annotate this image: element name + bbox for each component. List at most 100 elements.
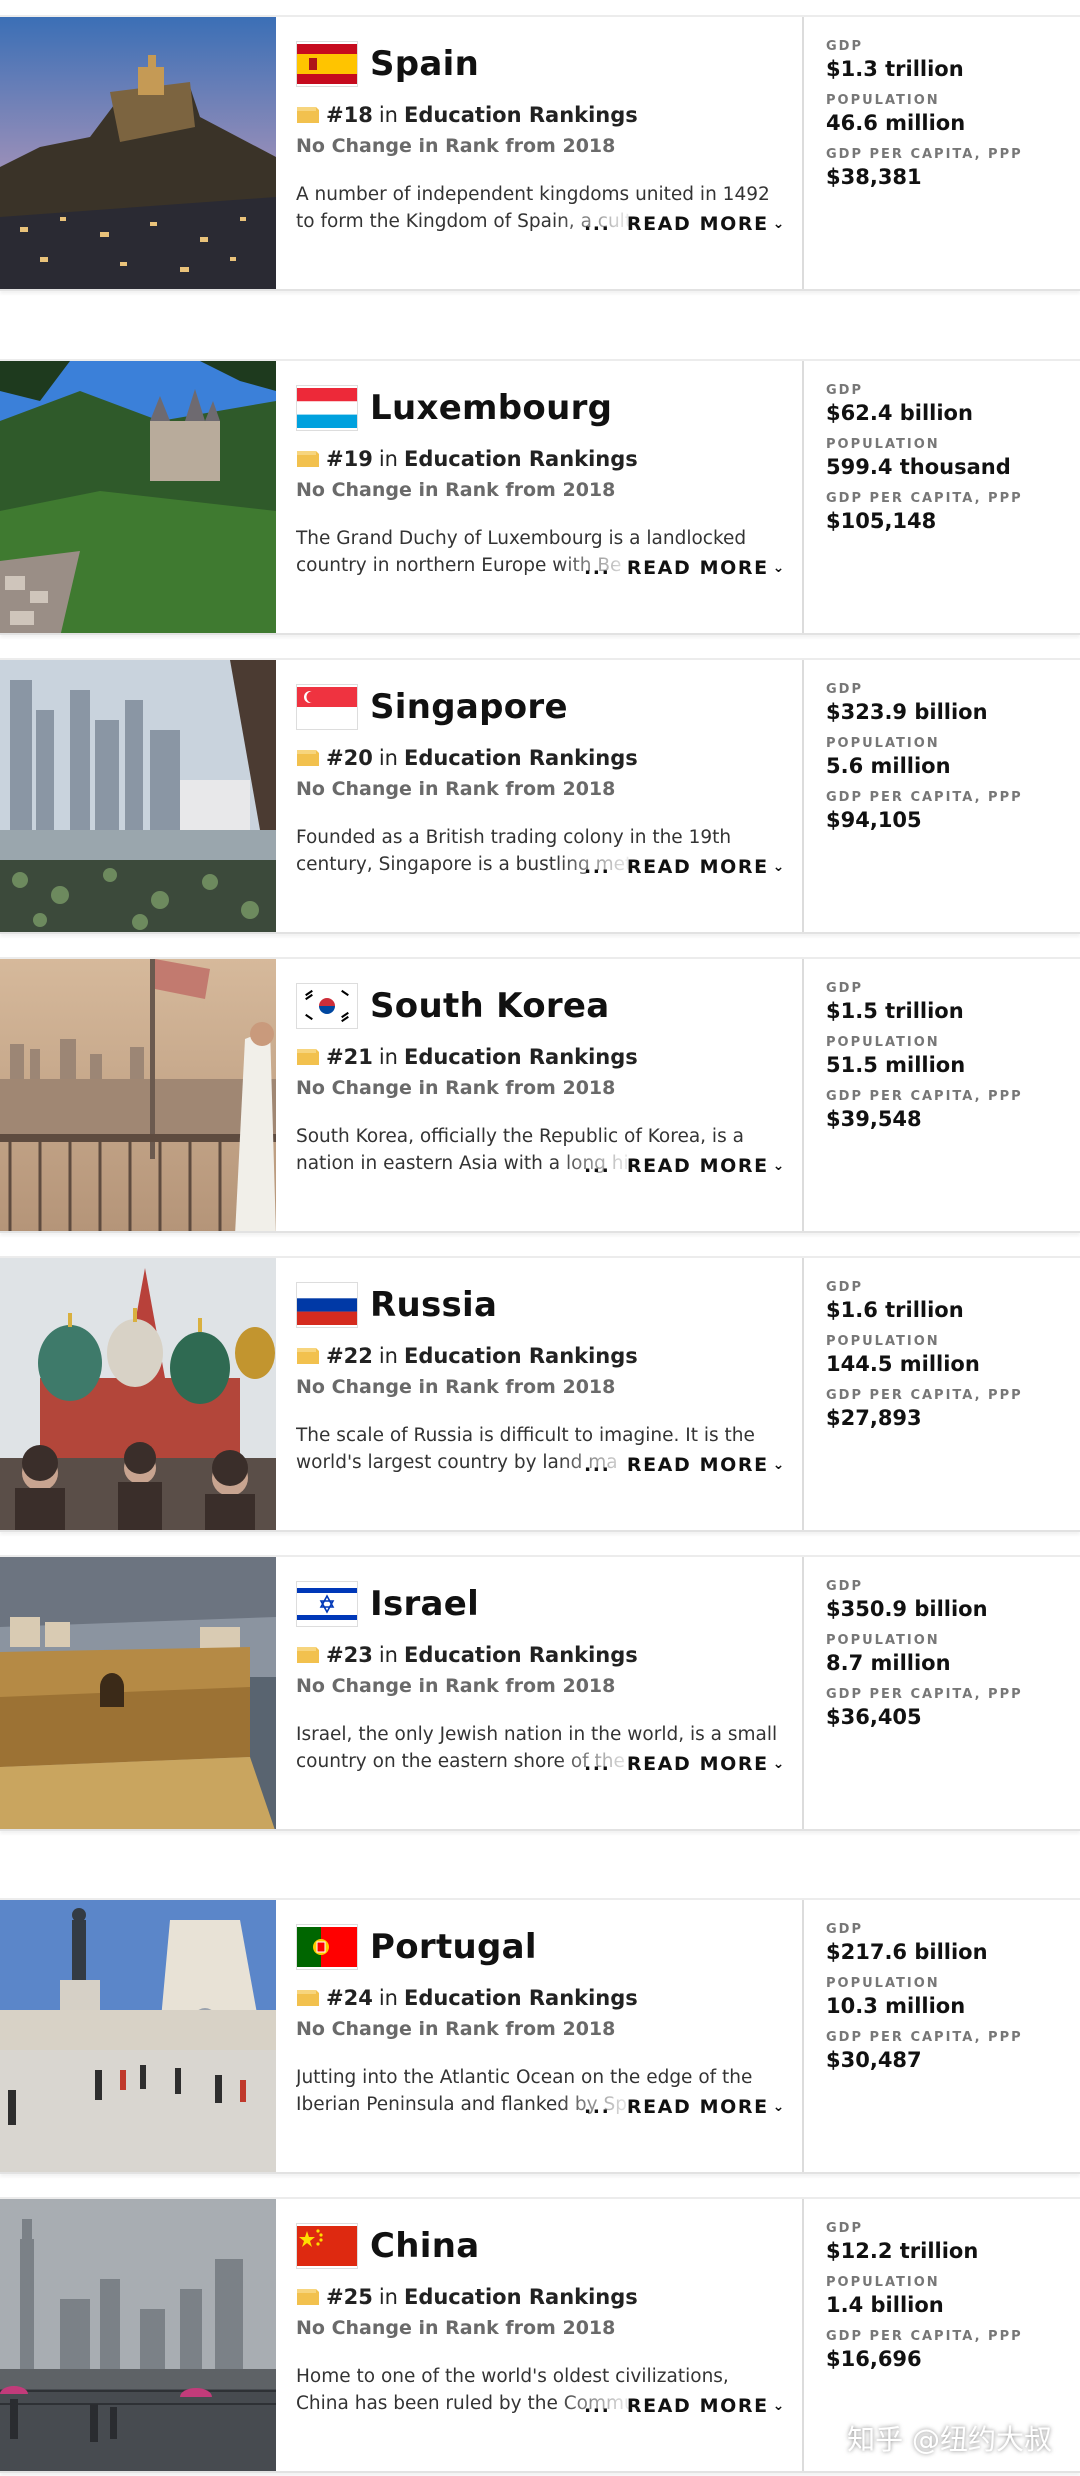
gdp-value: $217.6 billion <box>826 1940 988 1964</box>
read-more-button[interactable]: ... READ MORE ⌄ <box>584 1155 786 1177</box>
country-photo-portugal <box>0 1900 276 2172</box>
gdp-value: $62.4 billion <box>826 401 973 425</box>
rank-in-text: in <box>378 1344 398 1368</box>
china-flag-icon <box>296 2223 358 2269</box>
rank-category-link[interactable]: Education Rankings <box>404 447 638 471</box>
rank-category-link[interactable]: Education Rankings <box>404 1045 638 1069</box>
read-more-button[interactable]: ... READ MORE ⌄ <box>584 1454 786 1476</box>
chevron-down-icon: ⌄ <box>772 559 786 576</box>
read-more-button[interactable]: ... READ MORE ⌄ <box>584 557 786 579</box>
portugal-flag-icon <box>296 1924 358 1970</box>
gdp-value: $323.9 billion <box>826 700 988 724</box>
chevron-down-icon: ⌄ <box>772 1157 786 1174</box>
country-card-singapore[interactable]: Singapore #20 in Education Rankings No C… <box>0 658 1080 934</box>
rank-in-text: in <box>378 746 398 770</box>
rank-category-link[interactable]: Education Rankings <box>404 1986 638 2010</box>
population-value: 599.4 thousand <box>826 455 1011 479</box>
rank-category-link[interactable]: Education Rankings <box>404 1643 638 1667</box>
spain-flag-icon <box>296 41 358 87</box>
rank-in-text: in <box>378 1986 398 2010</box>
gdp-label: GDP <box>826 2221 863 2236</box>
gdp-per-capita-label: GDP PER CAPITA, PPP <box>826 491 1023 506</box>
country-photo[interactable] <box>0 1258 276 1530</box>
gdp-per-capita-label: GDP PER CAPITA, PPP <box>826 2030 1023 2045</box>
facts-panel: GDP $1.5 trillion POPULATION 51.5 million … <box>804 959 1080 1231</box>
population-value: 1.4 billion <box>826 2293 944 2317</box>
rank-category-link[interactable]: Education Rankings <box>404 103 638 127</box>
country-photo[interactable] <box>0 2199 276 2471</box>
country-name[interactable]: Singapore <box>370 687 568 727</box>
rank-badge-icon <box>297 107 319 123</box>
gdp-value: $1.6 trillion <box>826 1298 964 1322</box>
rank-badge-icon <box>297 1049 319 1065</box>
facts-panel: GDP $62.4 billion POPULATION 599.4 thousan… <box>804 361 1080 633</box>
country-name[interactable]: South Korea <box>370 986 610 1026</box>
rank-in-text: in <box>378 1045 398 1069</box>
country-photo[interactable] <box>0 361 276 633</box>
country-card-israel[interactable]: Israel #23 in Education Rankings No Chan… <box>0 1555 1080 1831</box>
chevron-down-icon: ⌄ <box>772 2098 786 2115</box>
country-name[interactable]: Spain <box>370 44 479 84</box>
rank-category-link[interactable]: Education Rankings <box>404 2285 638 2309</box>
country-card-spain[interactable]: Spain #18 in Education Rankings No Chang… <box>0 15 1080 291</box>
country-name[interactable]: Luxembourg <box>370 388 612 428</box>
read-more-button[interactable]: ... READ MORE ⌄ <box>584 2096 786 2118</box>
rank-row: #20 in Education Rankings <box>296 746 782 770</box>
chevron-down-icon: ⌄ <box>772 215 786 232</box>
population-label: POPULATION <box>826 736 940 751</box>
read-more-button[interactable]: ... READ MORE ⌄ <box>584 1753 786 1775</box>
rank-number: #25 <box>326 2285 373 2309</box>
facts-panel: GDP $1.6 trillion POPULATION 144.5 million… <box>804 1258 1080 1530</box>
rank-change-text: No Change in Rank from 2018 <box>296 1675 616 1697</box>
rank-change-text: No Change in Rank from 2018 <box>296 1376 616 1398</box>
rank-badge-icon <box>297 451 319 467</box>
read-more-button[interactable]: ... READ MORE ⌄ <box>584 2395 786 2417</box>
population-value: 51.5 million <box>826 1053 966 1077</box>
rank-row: #21 in Education Rankings <box>296 1045 782 1069</box>
gdp-per-capita-value: $16,696 <box>826 2347 922 2371</box>
country-card-portugal[interactable]: Portugal #24 in Education Rankings No Ch… <box>0 1898 1080 2174</box>
country-name[interactable]: Portugal <box>370 1927 537 1967</box>
country-photo-south-korea <box>0 959 276 1231</box>
country-photo-russia <box>0 1258 276 1530</box>
country-photo-israel <box>0 1557 276 1829</box>
gdp-value: $1.3 trillion <box>826 57 964 81</box>
rank-number: #24 <box>326 1986 373 2010</box>
facts-panel: GDP $350.9 billion POPULATION 8.7 million … <box>804 1557 1080 1829</box>
population-value: 10.3 million <box>826 1994 966 2018</box>
country-name[interactable]: China <box>370 2226 479 2266</box>
country-photo-singapore <box>0 660 276 932</box>
population-label: POPULATION <box>826 1633 940 1648</box>
gdp-label: GDP <box>826 39 863 54</box>
country-photo[interactable] <box>0 660 276 932</box>
south-korea-flag-icon <box>296 983 358 1029</box>
country-photo[interactable] <box>0 959 276 1231</box>
country-name[interactable]: Russia <box>370 1285 497 1325</box>
country-card-luxembourg[interactable]: Luxembourg #19 in Education Rankings No … <box>0 359 1080 635</box>
rank-number: #18 <box>326 103 373 127</box>
rank-category-link[interactable]: Education Rankings <box>404 746 638 770</box>
rank-badge-icon <box>297 2289 319 2305</box>
rank-in-text: in <box>378 447 398 471</box>
country-name[interactable]: Israel <box>370 1584 479 1624</box>
read-more-button[interactable]: ... READ MORE ⌄ <box>584 856 786 878</box>
population-value: 46.6 million <box>826 111 966 135</box>
gdp-per-capita-label: GDP PER CAPITA, PPP <box>826 1388 1023 1403</box>
singapore-flag-icon <box>296 684 358 730</box>
country-photo[interactable] <box>0 1557 276 1829</box>
country-card-south-korea[interactable]: South Korea #21 in Education Rankings No… <box>0 957 1080 1233</box>
luxembourg-flag-icon <box>296 385 358 431</box>
country-photo[interactable] <box>0 17 276 289</box>
facts-panel: GDP $1.3 trillion POPULATION 46.6 million … <box>804 17 1080 289</box>
population-label: POPULATION <box>826 1035 940 1050</box>
read-more-button[interactable]: ... READ MORE ⌄ <box>584 213 786 235</box>
country-card-russia[interactable]: Russia #22 in Education Rankings No Chan… <box>0 1256 1080 1532</box>
country-photo-luxembourg <box>0 361 276 633</box>
chevron-down-icon: ⌄ <box>772 858 786 875</box>
rank-change-text: No Change in Rank from 2018 <box>296 778 616 800</box>
gdp-per-capita-label: GDP PER CAPITA, PPP <box>826 1089 1023 1104</box>
rank-category-link[interactable]: Education Rankings <box>404 1344 638 1368</box>
country-photo[interactable] <box>0 1900 276 2172</box>
gdp-per-capita-value: $30,487 <box>826 2048 922 2072</box>
gdp-per-capita-label: GDP PER CAPITA, PPP <box>826 1687 1023 1702</box>
